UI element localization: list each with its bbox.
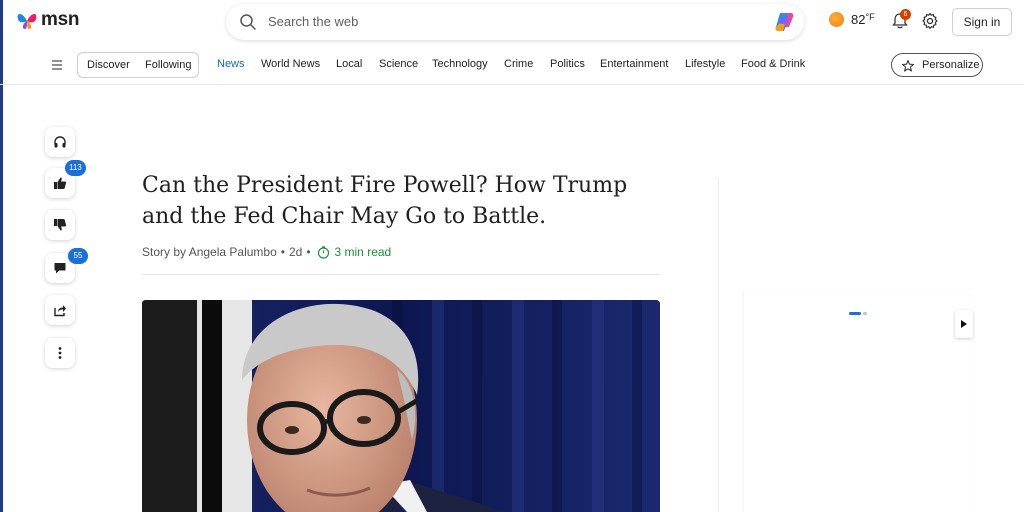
byline-age: 2d [288,245,303,259]
tab-following[interactable]: Following [145,59,191,71]
msn-logo[interactable]: msn [16,9,79,31]
likes-count-badge: 113 [65,160,86,176]
read-time: 3 min read [334,245,392,259]
column-divider [718,178,719,512]
loading-indicator-dot [863,312,867,315]
article-headline: Can the President Fire Powell? How Trump… [142,173,628,229]
nav-item-entertainment[interactable]: Entertainment [600,58,668,70]
feed-toggle: Discover Following [77,52,199,78]
carousel-next-button[interactable] [955,310,973,338]
notification-badge: 6 [900,9,911,20]
butterfly-icon [17,14,37,29]
logo-text: msn [41,9,80,30]
byline-author[interactable]: Story by Angela Palumbo [142,245,277,259]
temperature: 82 [851,12,866,27]
nav-item-world-news[interactable]: World News [261,58,320,70]
thumbs-down-icon [54,219,67,231]
temperature-unit: °F [865,12,875,22]
nav-item-local[interactable]: Local [336,58,362,70]
nav-item-news[interactable]: News [217,58,245,70]
weather-widget[interactable]: 82°F [829,12,875,27]
sign-in-button[interactable]: Sign in [952,8,1012,36]
play-arrow-icon [961,320,967,328]
sparkle-star-icon [901,59,915,72]
byline-separator: • [280,245,285,259]
top-bar: msn Search the web 82°F 6 Sign in [0,0,1024,44]
nav-item-food-drink[interactable]: Food & Drink [741,58,805,70]
byline-separator: • [306,245,311,259]
byline-divider [142,274,660,275]
comments-count-badge: 55 [68,248,88,264]
comment-icon [54,263,66,274]
nav-item-technology[interactable]: Technology [432,58,488,70]
nav-item-politics[interactable]: Politics [550,58,585,70]
copilot-icon[interactable] [772,10,796,34]
personalize-label: Personalize [922,59,980,71]
hamburger-menu-icon[interactable] [51,59,63,71]
more-vertical-icon [58,347,62,359]
gear-icon[interactable] [921,12,939,30]
article-byline: Story by Angela Palumbo • 2d • 3 min rea… [142,245,391,259]
nav-item-science[interactable]: Science [379,58,418,70]
more-options-button[interactable] [45,338,75,368]
tab-discover[interactable]: Discover [87,59,130,71]
clock-icon [317,245,329,259]
personalize-button[interactable]: Personalize [891,53,983,77]
portrait-photo [142,300,660,512]
thumbs-up-icon [54,177,67,189]
category-nav: Discover Following News World News Local… [0,47,1024,85]
nav-item-lifestyle[interactable]: Lifestyle [685,58,725,70]
sunny-icon [829,12,844,27]
share-icon [54,305,66,317]
headphones-icon [54,136,66,148]
search-input[interactable]: Search the web [268,14,358,29]
side-panel [744,290,974,512]
share-button[interactable] [45,295,75,325]
loading-indicator [849,312,861,315]
search-box[interactable]: Search the web [226,4,804,40]
nav-item-crime[interactable]: Crime [504,58,533,70]
dislike-button[interactable] [45,210,75,240]
article-hero-image[interactable] [142,300,660,512]
search-icon [240,14,256,30]
listen-button[interactable] [45,127,75,157]
